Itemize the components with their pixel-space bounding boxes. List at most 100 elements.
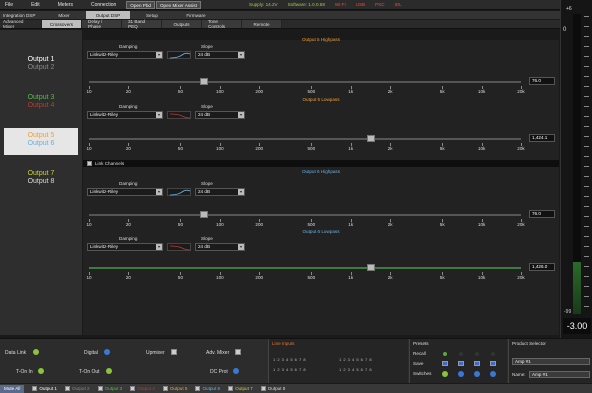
preset-switch-3-icon[interactable] [474, 371, 480, 377]
mute-output-checkbox[interactable] [195, 386, 201, 391]
preset-recall-3-icon[interactable] [475, 352, 479, 356]
mute-output-checkbox[interactable] [130, 386, 136, 391]
frequency-slider-thumb[interactable] [200, 211, 209, 218]
mute-output-4[interactable]: Output 4 [130, 386, 155, 391]
menu-meters[interactable]: Meters [49, 2, 82, 8]
chevron-down-icon[interactable]: ▾ [156, 244, 162, 250]
frequency-value-field[interactable]: 76.0 [529, 77, 555, 85]
meter-tick [584, 236, 589, 237]
mute-output-6[interactable]: Output 6 [195, 386, 220, 391]
preset-save-1-button[interactable] [442, 361, 448, 366]
output-pair-1-2[interactable]: Output 1 Output 2 [4, 52, 78, 79]
mute-output-checkbox[interactable] [97, 386, 103, 391]
mute-output-checkbox[interactable] [260, 386, 266, 391]
output-pair-3-4[interactable]: Output 3 Output 4 [4, 90, 78, 117]
mute-output-checkbox[interactable] [32, 386, 38, 391]
tab-integration-dsp[interactable]: Integration DSP [0, 11, 42, 19]
damping-dropdown[interactable]: Linkwitz-Riley [87, 243, 163, 251]
chevron-down-icon[interactable]: ▾ [156, 52, 162, 58]
chevron-down-icon[interactable]: ▾ [156, 189, 162, 195]
scale-tick-label: 5k [439, 275, 445, 280]
preset-recall-4-icon[interactable] [491, 352, 495, 356]
frequency-value-field[interactable]: 76.0 [529, 210, 555, 218]
scale-tick-label: 2k [387, 89, 393, 94]
mute-output-checkbox[interactable] [162, 386, 168, 391]
frequency-slider-thumb[interactable] [366, 135, 375, 142]
menu-connection[interactable]: Connection [82, 2, 125, 8]
line-inputs-row-2[interactable]: 1 2 3 4 5 6 7 8 [339, 357, 372, 362]
tab-delay-phase[interactable]: Delay / Phase [82, 19, 122, 29]
meter-tick [584, 66, 589, 67]
tab-firmware[interactable]: Firmware [174, 11, 218, 19]
name-field[interactable]: Amp #1 [529, 371, 590, 378]
scale-tick-label: 100 [216, 222, 224, 227]
open-mixer-assist-button[interactable]: Open Mixer Assist [155, 0, 201, 9]
tab-remote[interactable]: Remote [242, 20, 282, 28]
tab-advanced-mixer[interactable]: Advanced Mixer [0, 19, 42, 29]
supply-status: Supply: 14.2V [249, 2, 278, 7]
t-on-in-label: T-On In [16, 369, 33, 375]
preset-switch-4-icon[interactable] [490, 371, 496, 377]
menu-file[interactable]: File [0, 2, 22, 8]
mute-all-button[interactable]: Mute All [0, 384, 25, 393]
tab-crossovers[interactable]: Crossovers [42, 20, 82, 28]
line-inputs-row-1[interactable]: 1 2 3 4 5 6 7 8 [273, 357, 306, 362]
output-pair-7-8[interactable]: Output 7 Output 8 [4, 166, 78, 193]
mute-output-3[interactable]: Output 3 [97, 386, 122, 391]
preset-recall-1-icon[interactable] [443, 352, 447, 356]
output-pair-label-b: Output 8 [27, 178, 55, 185]
mute-output-checkbox[interactable] [64, 386, 70, 391]
preset-save-3-button[interactable] [474, 361, 480, 366]
preset-recall-2-icon[interactable] [459, 352, 463, 356]
mute-output-checkbox[interactable] [228, 386, 234, 391]
output-pair-5-6[interactable]: Output 5 Output 6 [4, 128, 78, 155]
scale-tick-label: 20k [517, 275, 525, 280]
frequency-slider-track[interactable] [89, 138, 521, 140]
chevron-down-icon[interactable]: ▾ [156, 112, 162, 118]
preset-save-4-button[interactable] [490, 361, 496, 366]
frequency-slider-track[interactable] [89, 214, 521, 216]
chevron-down-icon[interactable]: ▾ [238, 52, 244, 58]
product-dropdown[interactable]: Amp #1 [512, 358, 590, 365]
filter-curve-icon [167, 51, 191, 59]
tab-setup[interactable]: Setup [130, 11, 174, 19]
preset-save-2-button[interactable] [458, 361, 464, 366]
mute-output-8[interactable]: Output 8 [260, 386, 285, 391]
mute-output-7[interactable]: Output 7 [228, 386, 253, 391]
damping-dropdown[interactable]: Linkwitz-Riley [87, 111, 163, 119]
line-inputs-row-4[interactable]: 1 2 3 4 5 6 7 8 [339, 367, 372, 372]
mute-output-2[interactable]: Output 2 [64, 386, 90, 391]
preset-switch-1-icon[interactable] [442, 371, 448, 377]
scale-tick-label: 10 [86, 275, 92, 280]
adv-mixer-checkbox[interactable] [235, 349, 241, 355]
mute-output-5[interactable]: Output 5 [162, 386, 187, 391]
meter-tick [584, 186, 589, 187]
frequency-slider-track[interactable] [89, 267, 521, 269]
chevron-down-icon[interactable]: ▾ [238, 112, 244, 118]
level-meter: +6 0 -99 -3.00 [560, 0, 592, 340]
frequency-slider-thumb[interactable] [366, 264, 375, 271]
tab-output-dsp[interactable]: Output DSP [86, 11, 130, 19]
frequency-value-field[interactable]: 1,424.1 [529, 134, 555, 142]
frequency-slider-thumb[interactable] [200, 78, 209, 85]
data-link-label: Data Link [5, 350, 27, 356]
upmixer-checkbox[interactable] [171, 349, 177, 355]
tab-mixer[interactable]: Mixer [42, 11, 86, 19]
frequency-slider-track[interactable] [89, 81, 521, 83]
menu-edit[interactable]: Edit [22, 2, 49, 8]
damping-dropdown[interactable]: Linkwitz-Riley [87, 188, 163, 196]
mute-output-label: Output 6 [202, 386, 221, 391]
frequency-value-field[interactable]: 1,426.0 [529, 263, 555, 271]
open-pbd-button[interactable]: Open Pbd [126, 0, 155, 9]
tab-tone-controls[interactable]: Tone Controls [202, 19, 242, 29]
tab-31-band-peq[interactable]: 31 Band PEQ [122, 19, 162, 29]
t-on-in-led-icon [38, 368, 44, 374]
chevron-down-icon[interactable]: ▾ [238, 189, 244, 195]
chevron-down-icon[interactable]: ▾ [238, 244, 244, 250]
link-channels-checkbox[interactable] [87, 161, 92, 166]
line-inputs-row-3[interactable]: 1 2 3 4 5 6 7 8 [273, 367, 306, 372]
preset-switch-2-icon[interactable] [458, 371, 464, 377]
damping-dropdown[interactable]: Linkwitz-Riley [87, 51, 163, 59]
mute-output-1[interactable]: Output 1 [32, 386, 57, 391]
tab-outputs[interactable]: Outputs [162, 20, 202, 28]
